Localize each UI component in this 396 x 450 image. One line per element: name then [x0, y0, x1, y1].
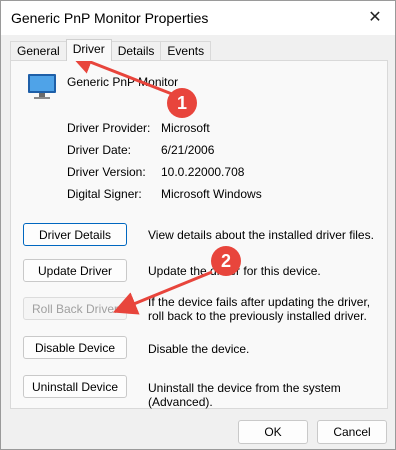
driver-details-button[interactable]: Driver Details: [23, 223, 127, 246]
update-driver-button[interactable]: Update Driver: [23, 259, 127, 282]
monitor-icon: [28, 74, 56, 99]
close-icon[interactable]: ✕: [355, 1, 395, 33]
tab-driver[interactable]: Driver: [65, 39, 112, 61]
tab-strip: General Driver Details Events: [10, 39, 212, 61]
ok-button[interactable]: OK: [238, 420, 308, 444]
cancel-button[interactable]: Cancel: [317, 420, 387, 444]
disable-device-description: Disable the device.: [148, 342, 250, 356]
prop-label-signer: Digital Signer:: [67, 187, 142, 201]
tab-general[interactable]: General: [10, 41, 67, 61]
prop-value-provider: Microsoft: [161, 121, 210, 135]
tab-details[interactable]: Details: [110, 41, 162, 61]
annotation-badge-2: 2: [211, 246, 241, 276]
uninstall-device-button[interactable]: Uninstall Device: [23, 375, 127, 398]
annotation-badge-1: 1: [167, 88, 197, 118]
prop-value-version: 10.0.22000.708: [161, 165, 245, 179]
roll-back-driver-button[interactable]: Roll Back Driver: [23, 297, 127, 320]
device-name: Generic PnP Monitor: [67, 75, 179, 89]
window-title: Generic PnP Monitor Properties: [11, 10, 209, 26]
update-driver-description: Update the driver for this device.: [148, 264, 321, 278]
prop-value-signer: Microsoft Windows: [161, 187, 262, 201]
title-bar: Generic PnP Monitor Properties ✕: [1, 1, 395, 35]
uninstall-device-description: Uninstall the device from the system (Ad…: [148, 381, 341, 409]
tab-events[interactable]: Events: [160, 41, 212, 61]
driver-details-description: View details about the installed driver …: [148, 228, 374, 242]
prop-label-date: Driver Date:: [67, 143, 132, 157]
prop-label-provider: Driver Provider:: [67, 121, 151, 135]
properties-dialog: Generic PnP Monitor Properties ✕ General…: [0, 0, 396, 450]
disable-device-button[interactable]: Disable Device: [23, 336, 127, 359]
prop-value-date: 6/21/2006: [161, 143, 215, 157]
prop-label-version: Driver Version:: [67, 165, 146, 179]
roll-back-driver-description: If the device fails after updating the d…: [148, 295, 371, 323]
